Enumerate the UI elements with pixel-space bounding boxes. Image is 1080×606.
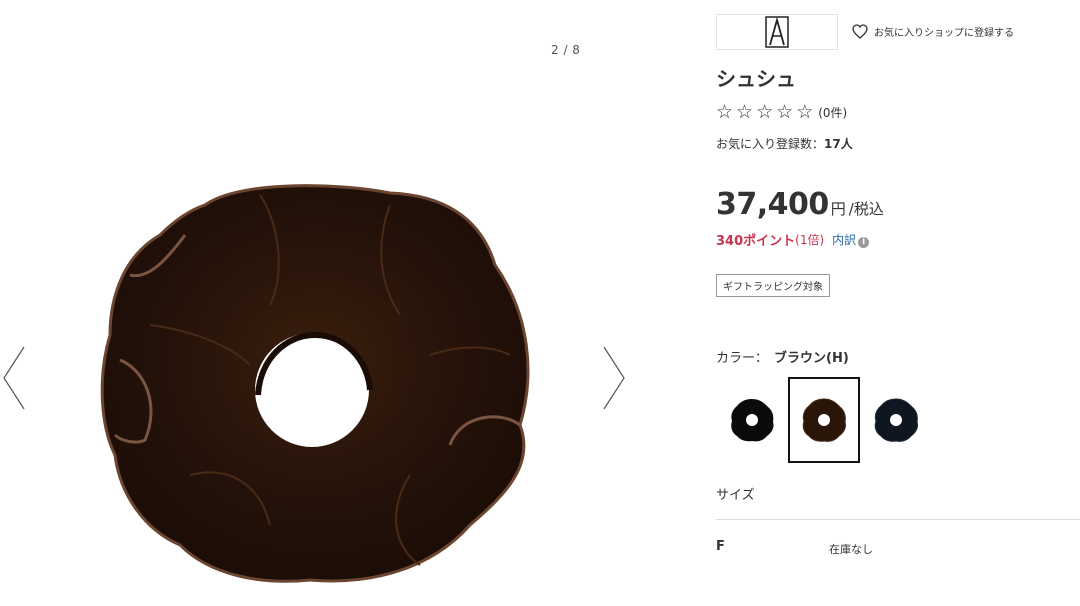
- star-icon: ☆: [796, 101, 814, 123]
- chevron-left-icon: [3, 346, 25, 410]
- rating[interactable]: ☆ ☆ ☆ ☆ ☆ (0件): [716, 101, 847, 123]
- star-icon: ☆: [756, 101, 774, 123]
- size-row[interactable]: F 在庫なし: [716, 539, 1080, 559]
- gift-wrapping-badge: ギフトラッピング対象: [716, 274, 830, 297]
- info-icon[interactable]: i: [858, 237, 870, 248]
- points: 340ポイント (1倍) 内訳 i: [716, 230, 870, 249]
- brand-logo[interactable]: [716, 14, 838, 50]
- color-label: カラー： ブラウン(H): [716, 347, 849, 366]
- divider: [716, 519, 1080, 520]
- product-gallery: 2 / 8: [0, 0, 640, 606]
- scrunchie-thumb-brown: [802, 398, 846, 442]
- favorite-count-value: 17人: [824, 137, 853, 151]
- price-tax-note: /税込: [848, 200, 884, 218]
- star-icon: ☆: [716, 101, 734, 123]
- favorite-count-label: お気に入り登録数：: [716, 137, 825, 151]
- image-counter: 2 / 8: [551, 43, 581, 57]
- price-unit: 円: [830, 200, 846, 218]
- color-swatch-brown[interactable]: [788, 377, 860, 463]
- star-icon: ☆: [776, 101, 794, 123]
- star-icon: ☆: [736, 101, 754, 123]
- favorite-shop-label: お気に入りショップに登録する: [874, 28, 1014, 39]
- price-amount: 37,400: [716, 187, 829, 222]
- next-image-button[interactable]: [598, 343, 628, 413]
- points-amount: 340ポイント: [716, 234, 796, 249]
- chevron-right-icon: [603, 346, 625, 410]
- stock-status: 在庫なし: [829, 543, 873, 556]
- size-label: サイズ: [716, 488, 755, 503]
- color-swatches: [716, 377, 932, 463]
- review-count[interactable]: (0件): [818, 104, 847, 121]
- color-swatch-navy[interactable]: [860, 377, 932, 463]
- color-label-text: カラー：: [716, 351, 769, 366]
- price: 37,400 円 /税込: [716, 187, 884, 222]
- favorite-shop-button[interactable]: お気に入りショップに登録する: [852, 24, 1014, 39]
- product-title: シュシュ: [716, 67, 796, 91]
- product-info: お気に入りショップに登録する シュシュ ☆ ☆ ☆ ☆ ☆ (0件) お気に入り…: [716, 0, 1080, 606]
- points-breakdown-label[interactable]: 内訳: [832, 233, 856, 247]
- color-swatch-black[interactable]: [716, 377, 788, 463]
- scrunchie-thumb-navy: [874, 398, 918, 442]
- selected-color: ブラウン(H): [774, 351, 849, 366]
- favorite-count: お気に入り登録数：17人: [716, 135, 853, 152]
- heart-icon: [852, 24, 868, 39]
- points-multiplier: (1倍): [795, 233, 825, 247]
- scrunchie-thumb-black: [731, 399, 774, 442]
- product-image: [90, 175, 540, 595]
- points-breakdown-link[interactable]: 内訳 i: [832, 231, 870, 248]
- scrunchie-image: [100, 184, 530, 583]
- size-name: F: [716, 539, 725, 554]
- brand-logo-icon: [765, 16, 789, 48]
- prev-image-button[interactable]: [0, 343, 30, 413]
